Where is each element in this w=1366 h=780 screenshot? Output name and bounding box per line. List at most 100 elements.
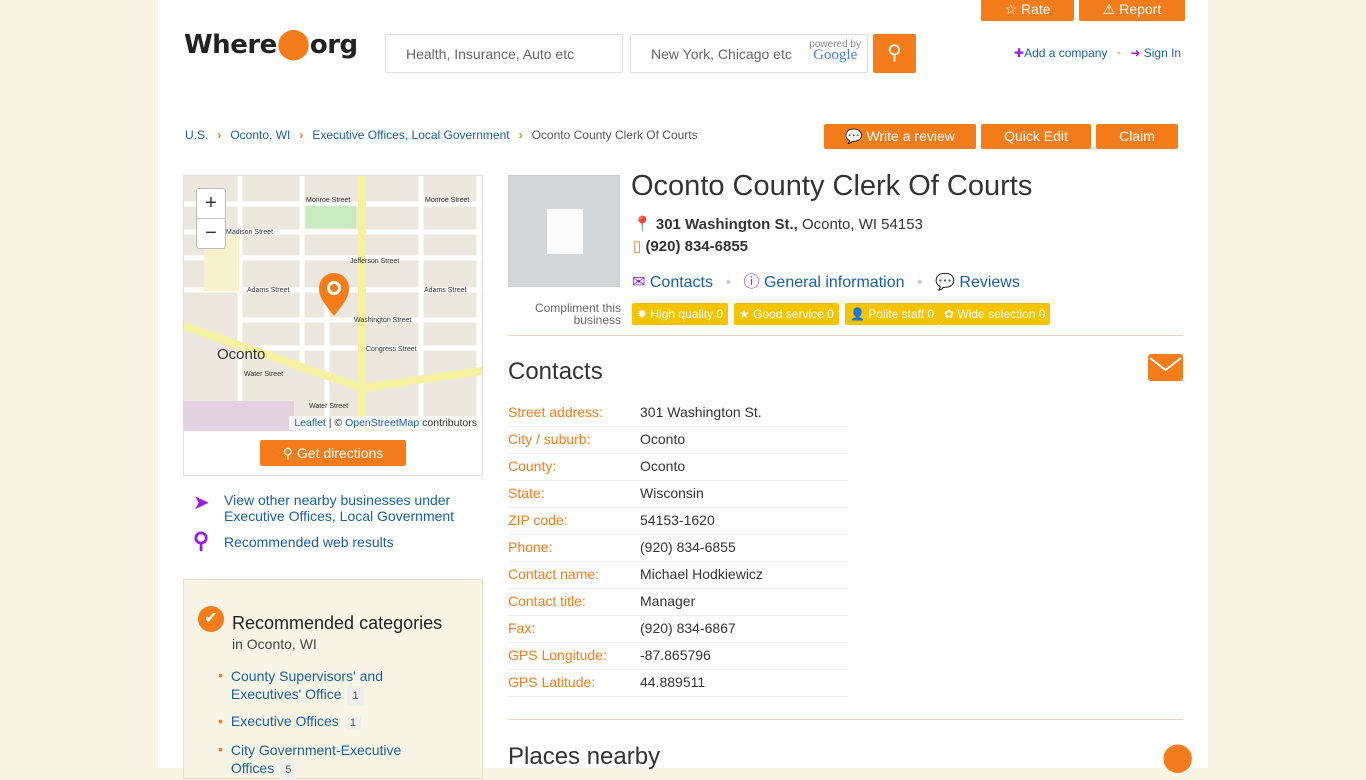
rate-button[interactable]: ☆ Rate xyxy=(981,0,1074,21)
breadcrumb-category[interactable]: Executive Offices, Local Government xyxy=(312,128,509,142)
city-label: Oconto xyxy=(217,346,265,363)
category-item[interactable]: • Executive Offices 1 xyxy=(218,713,361,730)
contact-value: 54153-1620 xyxy=(640,512,715,528)
contact-key: Contact name: xyxy=(508,566,600,582)
header-links: ✚Add a company • ➜ Sign In xyxy=(1014,46,1182,60)
contact-value: 301 Washington St. xyxy=(640,404,762,420)
map-canvas[interactable]: Monroe Street Monroe Street Madison Stre… xyxy=(184,176,482,431)
contact-key: ZIP code: xyxy=(508,512,568,528)
search-input[interactable]: Health, Insurance, Auto etc xyxy=(385,34,623,73)
search-placeholder: Health, Insurance, Auto etc xyxy=(406,46,575,62)
google-attribution: powered by Google xyxy=(809,39,861,63)
reviews-link[interactable]: Reviews xyxy=(959,274,1019,291)
claim-button[interactable]: Claim xyxy=(1096,124,1178,149)
business-address: 📍 301 Washington St., Oconto, WI 54153 xyxy=(633,216,923,233)
write-review-button[interactable]: 💬 Write a review xyxy=(824,124,976,149)
recommended-title: Recommended categories xyxy=(232,613,443,633)
info-icon: ⓘ xyxy=(743,274,760,291)
breadcrumb-us[interactable]: U.S. xyxy=(185,128,208,142)
location-pin-icon: 📍 xyxy=(633,216,652,233)
business-title: Oconto County Clerk Of Courts xyxy=(631,170,1033,202)
contact-value: Manager xyxy=(640,593,696,609)
breadcrumb-oconto[interactable]: Oconto, WI xyxy=(230,128,290,142)
map-marker-icon[interactable] xyxy=(319,273,349,316)
comments-icon: 💬 xyxy=(935,274,955,291)
general-information-link[interactable]: General information xyxy=(764,274,905,291)
contact-key: Fax: xyxy=(508,620,536,636)
contact-value: -87.865796 xyxy=(640,647,711,663)
envelope-icon: ✉ xyxy=(632,274,646,291)
pin-icon: ⬤ xyxy=(276,26,311,61)
contact-value: Michael Hodkiewicz xyxy=(640,566,763,582)
badge-wide-selection[interactable]: ✿ Wide selection 0 xyxy=(939,303,1051,325)
contact-key: GPS Latitude: xyxy=(508,674,596,690)
zoom-control: + − xyxy=(196,188,226,249)
contact-value: 44.889511 xyxy=(640,674,706,690)
contact-row: ZIP code: 54153-1620 xyxy=(508,508,848,535)
check-circle-icon: ✔ xyxy=(198,606,224,632)
breadcrumb: U.S. › Oconto, WI › Executive Offices, Local… xyxy=(185,128,698,142)
contacts-heading: Contacts xyxy=(508,358,603,385)
badge-polite-staff[interactable]: 👤 Polite staff 0 xyxy=(845,303,940,325)
mobile-phone-icon: ▯ xyxy=(633,238,642,255)
navigation-arrow-icon: ➤ xyxy=(193,492,210,514)
contact-row: Fax: (920) 834-6867 xyxy=(508,616,848,643)
contact-key: Phone: xyxy=(508,539,553,555)
web-results-link[interactable]: Recommended web results xyxy=(224,534,394,550)
claim-label: Claim xyxy=(1119,128,1155,144)
category-item[interactable]: • County Supervisors' and Executives' Off… xyxy=(218,667,401,706)
divider xyxy=(508,719,1183,720)
contact-row: Street address: 301 Washington St. xyxy=(508,400,848,427)
search-icon: ⚲ xyxy=(193,528,210,553)
contact-value: Wisconsin xyxy=(640,485,704,501)
write-review-label: Write a review xyxy=(866,128,955,144)
osm-link[interactable]: OpenStreetMap xyxy=(345,417,419,429)
street-label: Water Street xyxy=(309,403,348,410)
badge-good-service[interactable]: ★ Good service 0 xyxy=(734,303,839,325)
rate-label: Rate xyxy=(1020,1,1051,17)
breadcrumb-current: Oconto County Clerk Of Courts xyxy=(531,128,698,142)
street-label: Water Street xyxy=(244,371,283,378)
category-item[interactable]: • City Government-Executive Offices 5 xyxy=(218,741,411,780)
search-icon: ⚲ xyxy=(887,42,902,64)
zoom-in-button[interactable]: + xyxy=(197,189,225,219)
contact-value: Oconto xyxy=(640,458,686,474)
business-nav: ✉ Contacts • ⓘ General information • 💬 R… xyxy=(632,274,1020,291)
leaflet-link[interactable]: Leaflet xyxy=(294,417,326,429)
places-nearby-heading: Places nearby xyxy=(508,743,661,770)
street-label: Monroe Street xyxy=(306,197,350,204)
map-marker-icon: ⬤ xyxy=(1162,741,1194,772)
location-input[interactable]: New York, Chicago etc powered by Google xyxy=(630,34,868,73)
badge-high-quality[interactable]: ✹ High quality 0 xyxy=(632,303,729,325)
quick-edit-label: Quick Edit xyxy=(1004,128,1068,144)
quick-edit-button[interactable]: Quick Edit xyxy=(981,124,1091,149)
contact-row: Contact title: Manager xyxy=(508,589,848,616)
street-label: Adams Street xyxy=(247,287,289,294)
logo[interactable]: Where⬤org xyxy=(184,26,358,61)
business-phone[interactable]: ▯ (920) 834-6855 xyxy=(633,237,748,255)
street-label: Madison Street xyxy=(226,229,273,236)
contact-key: GPS Longitude: xyxy=(508,647,607,663)
sign-in-link[interactable]: Sign In xyxy=(1144,46,1181,60)
contact-row: GPS Longitude: -87.865796 xyxy=(508,643,848,670)
location-placeholder: New York, Chicago etc xyxy=(651,46,792,62)
contact-key: City / suburb: xyxy=(508,431,591,447)
add-company-link[interactable]: Add a company xyxy=(1024,46,1107,60)
map-attribution: Leaflet | © OpenStreetMap contributors xyxy=(289,416,482,430)
street-label: Washington Street xyxy=(354,317,411,324)
map-widget: Monroe Street Monroe Street Madison Stre… xyxy=(183,175,483,476)
street-label: Congress Street xyxy=(366,346,417,353)
street-label: Jefferson Street xyxy=(350,258,399,265)
contact-row: Contact name: Michael Hodkiewicz xyxy=(508,562,848,589)
nearby-businesses-link[interactable]: View other nearby businesses under Execu… xyxy=(224,492,474,524)
report-button[interactable]: ⚠ Report xyxy=(1079,0,1185,21)
contact-row: Phone: (920) 834-6855 xyxy=(508,535,848,562)
contact-row: GPS Latitude: 44.889511 xyxy=(508,670,848,697)
contacts-link[interactable]: Contacts xyxy=(650,274,713,291)
search-button[interactable]: ⚲ xyxy=(873,34,916,73)
get-directions-button[interactable]: ⚲ Get directions xyxy=(260,440,406,466)
divider xyxy=(508,335,1183,336)
contact-key: Street address: xyxy=(508,404,603,420)
zoom-out-button[interactable]: − xyxy=(197,219,225,249)
report-label: Report xyxy=(1119,1,1162,17)
